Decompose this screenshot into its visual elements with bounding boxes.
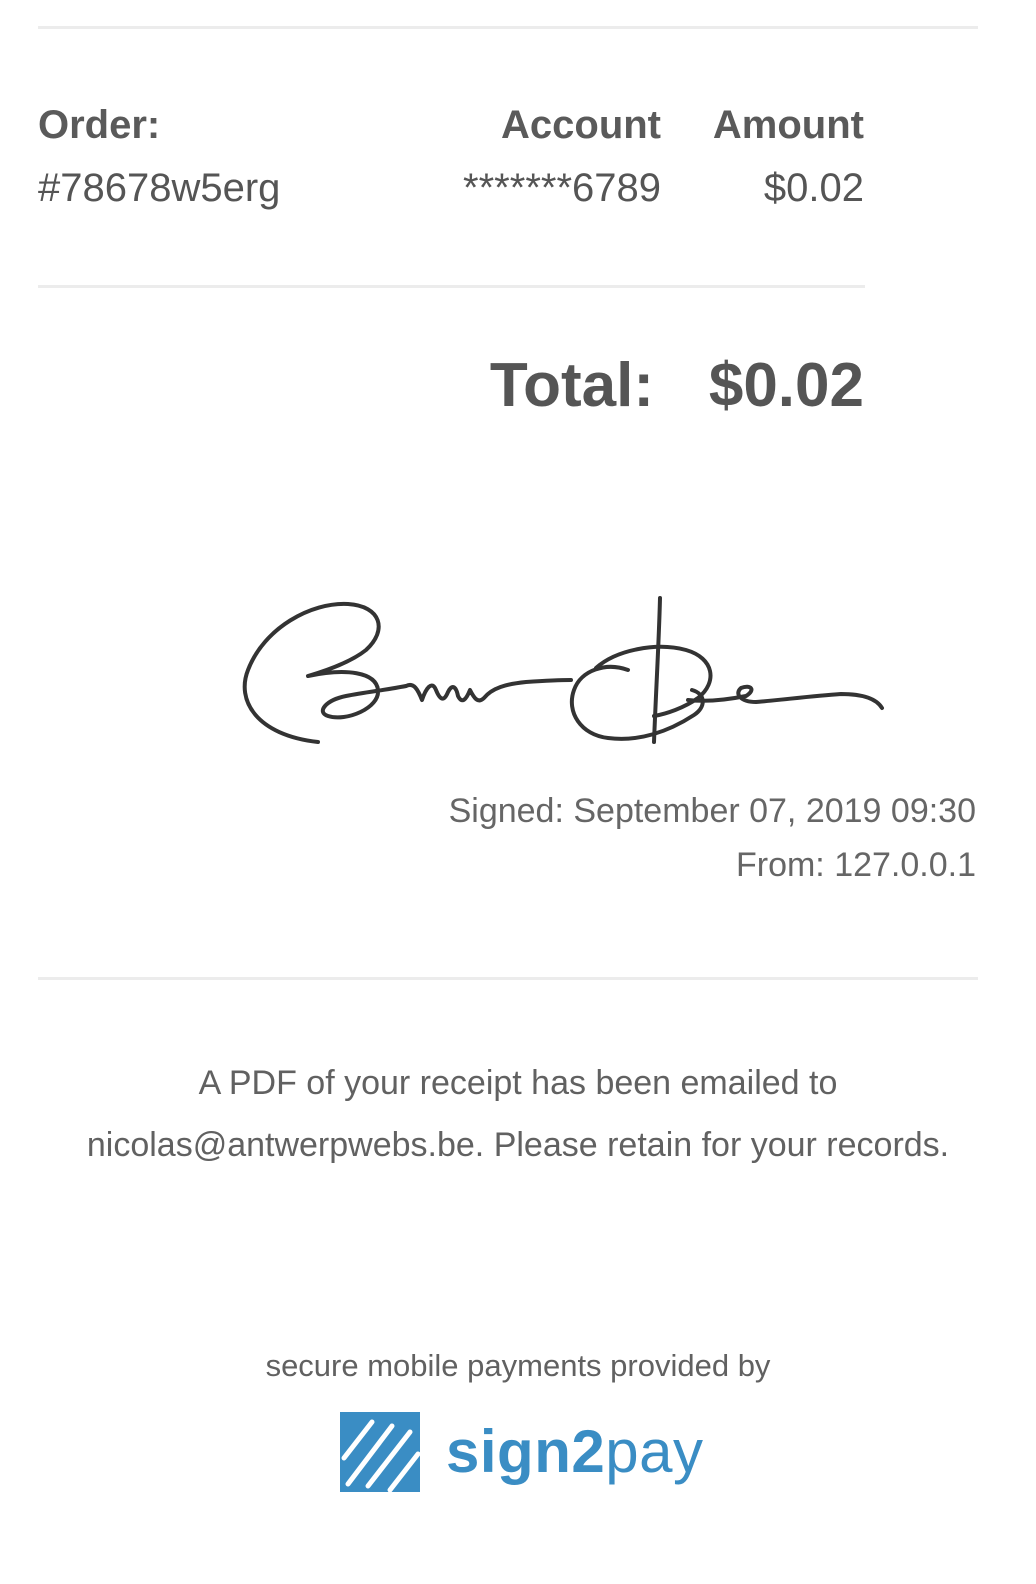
total-value: $0.02	[708, 351, 864, 420]
account-label: Account	[501, 103, 661, 147]
notice-divider	[38, 977, 978, 980]
receipt-notice: A PDF of your receipt has been emailed t…	[86, 1064, 950, 1164]
signed-timestamp: Signed: September 07, 2019 09:30	[448, 792, 976, 830]
brand-wordmark: sign2pay	[446, 1422, 703, 1482]
total-label: Total:	[489, 351, 654, 420]
footer-tagline: secure mobile payments provided by	[265, 1348, 771, 1383]
amount-value: $0.02	[763, 166, 864, 210]
account-number: *******6789	[463, 166, 661, 210]
signature-image	[242, 596, 884, 744]
amount-label: Amount	[712, 103, 864, 147]
brand-logo[interactable]: sign2pay	[340, 1412, 703, 1492]
order-label: Order:	[38, 103, 161, 147]
order-number: #78678w5erg	[38, 166, 281, 210]
top-divider	[38, 26, 978, 29]
signed-from-ip: From: 127.0.0.1	[735, 846, 976, 884]
brand-wordmark-pay: pay	[605, 1418, 704, 1485]
brand-wordmark-sign2: sign2	[446, 1418, 606, 1485]
sign2pay-logo-icon	[340, 1412, 420, 1492]
items-divider	[38, 285, 865, 288]
